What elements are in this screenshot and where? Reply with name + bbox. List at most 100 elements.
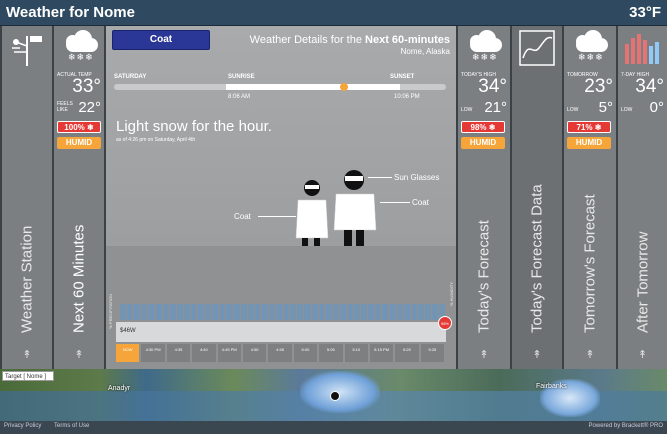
antenna-icon: ↟ <box>22 348 32 361</box>
sunglasses-label: Sun Glasses <box>394 173 440 182</box>
time-tick[interactable]: 5:20 <box>395 344 419 362</box>
details-title-prefix: Weather Details for the <box>249 34 366 46</box>
time-tick[interactable]: 4:50 <box>242 344 267 362</box>
today-low: 21° <box>484 99 507 116</box>
time-tick[interactable]: 4:55 <box>268 344 292 362</box>
headline: Light snow for the hour. <box>116 118 272 135</box>
after-tomorrow-label: After Tomorrow <box>634 231 651 333</box>
current-time-dot <box>340 83 348 91</box>
tomorrow-panel[interactable]: ❄❄❄ TOMORROW 23° LOW 5° 71% ❄ HUMID Tomo… <box>564 26 616 369</box>
humid-badge: HUMID <box>567 137 611 149</box>
powered-by: Powered by Brackett® PRO <box>588 423 663 429</box>
sunset-label: SUNSET <box>390 74 415 80</box>
precip-axis-label: % PRECIPITATION <box>108 294 113 329</box>
coat-left-leader <box>258 216 296 217</box>
panels: Weather Station ↟ ❄❄❄ ACTUAL TEMP 33° FE… <box>0 26 667 369</box>
time-tick[interactable]: 4:35 <box>166 344 191 362</box>
weather-station-panel[interactable]: Weather Station ↟ <box>2 26 52 369</box>
time-tick[interactable]: 5:00 <box>293 344 318 362</box>
weather-station-icon <box>12 36 42 66</box>
humid-badge: HUMID <box>461 137 505 149</box>
main-details: Coat Weather Details for the Next 60-min… <box>106 26 456 369</box>
cloud-icon <box>572 30 610 52</box>
time-tick[interactable]: 4:30 PM <box>141 344 165 362</box>
after-tomorrow-panel[interactable]: 7-DAY HIGH 34° LOW 0° After Tomorrow ↟ <box>618 26 667 369</box>
actual-temp: 33° <box>72 76 101 97</box>
humid-badge: HUMID <box>57 137 101 149</box>
target-selector[interactable]: Target [ Nome ] <box>2 371 54 381</box>
time-tick[interactable]: 4:45 PM <box>217 344 241 362</box>
time-tick[interactable]: 4:40 <box>192 344 216 362</box>
coat-left-label: Coat <box>234 212 251 221</box>
tomorrow-high: 23° <box>584 76 613 97</box>
antenna-icon: ↟ <box>74 348 84 361</box>
as-of-timestamp: as of 4:26 pm on Saturday, April 4th <box>116 137 196 143</box>
app-title: Weather for Nome <box>6 4 135 21</box>
location-marker[interactable] <box>330 391 340 401</box>
humidity-axis-label: % HUMIDITY <box>449 282 454 306</box>
privacy-link[interactable]: Privacy Policy <box>4 423 41 429</box>
seven-day-bars-icon <box>625 34 659 64</box>
feels-like-label: FEELS LIKE <box>57 101 73 113</box>
sunset-time: 10:06 PM <box>394 94 420 100</box>
sunglasses-leader <box>368 177 392 178</box>
location: Nome, Alaska <box>400 47 450 56</box>
today-label: Today's Forecast <box>475 220 493 333</box>
map-city-anadyr: Anadyr <box>108 385 131 392</box>
daylight-fill <box>226 84 400 90</box>
tomorrow-low: 5° <box>598 99 613 116</box>
seven-day-low-label: LOW <box>621 107 633 113</box>
radar-map[interactable]: Target [ Nome ] Anadyr Fairbanks <box>0 369 667 421</box>
snow-icon: ❄❄❄ <box>472 53 498 63</box>
details-top <box>106 26 456 246</box>
title-bar: Weather for Nome 33°F <box>0 0 667 26</box>
current-temp: 33°F <box>629 4 661 21</box>
today-low-label: LOW <box>461 107 473 113</box>
details-title: Weather Details for the Next 60-minutes <box>250 34 450 46</box>
chart-icon <box>519 30 555 66</box>
cloud-icon <box>466 30 504 52</box>
time-tick[interactable]: 5:15 PM <box>369 344 394 362</box>
wind-value: $46W <box>120 328 136 334</box>
snow-icon: ❄❄❄ <box>68 53 94 63</box>
next60-panel[interactable]: ❄❄❄ ACTUAL TEMP 33° FEELS LIKE 22° 100% … <box>54 26 104 369</box>
antenna-icon: ↟ <box>532 348 542 361</box>
time-ticks: NOW 4:30 PM 4:35 4:40 4:45 PM 4:50 4:55 5:00 5:0… <box>116 344 446 362</box>
time-tick[interactable]: 5:05 <box>319 344 343 362</box>
day-label: SATURDAY <box>114 74 147 80</box>
coat-right-leader <box>380 202 410 203</box>
tomorrow-low-label: LOW <box>567 107 579 113</box>
weather-station-label: Weather Station <box>18 225 36 333</box>
cloud-icon <box>62 30 100 52</box>
antenna-icon: ↟ <box>479 348 489 361</box>
precip-badge: 71% ❄ <box>567 121 611 133</box>
precip-peak-badge: 98% <box>438 316 452 330</box>
time-tick[interactable]: 5:10 <box>344 344 368 362</box>
feels-like-temp: 22° <box>78 99 101 116</box>
time-tick[interactable]: 5:25 <box>420 344 445 362</box>
forecast-data-label: Today's Forecast Data <box>528 184 546 333</box>
coat-right-label: Coat <box>412 198 429 207</box>
antenna-icon: ↟ <box>637 348 648 361</box>
time-tick[interactable]: NOW <box>116 344 140 362</box>
snow-icon: ❄❄❄ <box>578 53 604 63</box>
precip-badge: 100% ❄ <box>57 121 101 133</box>
terms-link[interactable]: Terms of Use <box>54 423 89 429</box>
map-city-fairbanks: Fairbanks <box>536 383 567 390</box>
coat-button[interactable]: Coat <box>112 30 210 50</box>
forecast-data-panel[interactable]: Today's Forecast Data ↟ <box>512 26 562 369</box>
precip-stripes <box>120 304 446 320</box>
today-panel[interactable]: ❄❄❄ TODAY'S HIGH 34° LOW 21° 98% ❄ HUMID… <box>458 26 510 369</box>
seven-day-low: 0° <box>649 99 664 116</box>
precip-badge: 98% ❄ <box>461 121 505 133</box>
sunrise-label: SUNRISE <box>228 74 255 80</box>
next60-label: Next 60 Minutes <box>70 224 88 333</box>
today-high: 34° <box>478 76 507 97</box>
tomorrow-label: Tomorrow's Forecast <box>581 194 599 333</box>
antenna-icon: ↟ <box>585 348 595 361</box>
daylight-bar <box>114 83 446 91</box>
seven-day-high: 34° <box>635 76 664 97</box>
radar-echo <box>300 371 380 413</box>
details-title-bold: Next 60-minutes <box>365 34 450 46</box>
wind-bar: $46W <box>116 322 446 342</box>
